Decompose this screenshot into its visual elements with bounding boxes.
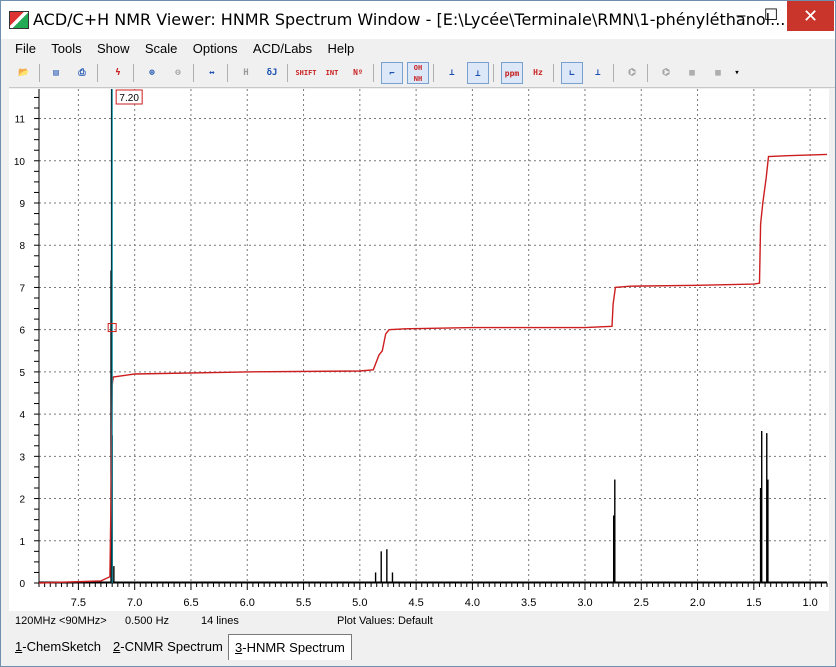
toolbar-separator <box>493 64 494 82</box>
x-tick-label: 5.5 <box>296 597 311 609</box>
status-bar: 120MHz <90MHz> 0.500 Hz 14 lines Plot Va… <box>9 613 835 631</box>
tab-label: -CNMR Spectrum <box>120 639 223 654</box>
menu-help[interactable]: Help <box>322 39 361 56</box>
y-tick-label: 4 <box>19 410 25 421</box>
toolbar-separator <box>133 64 134 82</box>
print-icon[interactable]: ⎙ <box>71 62 93 84</box>
menu-show[interactable]: Show <box>91 39 136 56</box>
close-button[interactable]: ✕ <box>787 1 834 31</box>
title-bar[interactable]: ACD/C+H NMR Viewer: HNMR Spectrum Window… <box>1 1 835 39</box>
window-title: ACD/C+H NMR Viewer: HNMR Spectrum Window… <box>33 10 791 29</box>
shift-icon[interactable]: SHIFT <box>295 62 317 84</box>
oh-nh-icon[interactable]: OH NH <box>407 62 429 84</box>
multiplet-icon[interactable]: δJ <box>261 62 283 84</box>
baseline-icon[interactable]: ⌐ <box>381 62 403 84</box>
status-lines: 14 lines <box>201 615 239 627</box>
y-tick-label: 2 <box>19 495 25 506</box>
x-tick-label: 7.5 <box>71 597 86 609</box>
nmr-viewer-window: ACD/C+H NMR Viewer: HNMR Spectrum Window… <box>0 0 836 667</box>
toolbar-overflow-icon[interactable]: ▾ <box>731 62 743 84</box>
x-tick-label: 7.0 <box>127 597 142 609</box>
lightning-icon[interactable]: ϟ <box>107 62 129 84</box>
x-tick-label: 5.0 <box>352 597 367 609</box>
toolbar-separator <box>39 64 40 82</box>
y-tick-label: 8 <box>19 241 25 252</box>
x-tick-label: 6.0 <box>240 597 255 609</box>
x-tick-label: 2.0 <box>690 597 705 609</box>
y-tick-label: 6 <box>19 326 25 337</box>
open-folder-icon[interactable]: 📂 <box>13 62 35 84</box>
y-tick-label: 3 <box>19 452 25 463</box>
y-tick-label: 10 <box>14 157 26 168</box>
status-plot-values: Plot Values: Default <box>337 615 433 627</box>
toolbar-separator <box>97 64 98 82</box>
zoom-in-icon[interactable]: ⊕ <box>141 62 163 84</box>
y-tick-label: 11 <box>15 115 26 126</box>
y-tick-label: 5 <box>19 368 25 379</box>
toolbar: 📂 ▤ ⎙ ϟ ⊕ ⊖ ↔ H δJ SHIFT INT Nº ⌐ OH NH … <box>9 59 835 88</box>
toolbar-separator <box>553 64 554 82</box>
menu-options[interactable]: Options <box>187 39 244 56</box>
status-frequency: 120MHz <90MHz> <box>15 615 107 627</box>
toolbar-separator <box>227 64 228 82</box>
maximize-button[interactable]: ☐ <box>756 1 786 31</box>
menu-file[interactable]: File <box>9 39 42 56</box>
x-tick-label: 1.5 <box>746 597 761 609</box>
y-tick-label: 1 <box>19 537 25 548</box>
toolbar-separator <box>287 64 288 82</box>
axis-alt-icon[interactable]: ⊥ <box>587 62 609 84</box>
peaks-alt-icon[interactable]: ⊥ <box>467 62 489 84</box>
x-tick-label: 3.5 <box>521 597 536 609</box>
toolbar-separator <box>193 64 194 82</box>
peaks-icon[interactable]: ⊥ <box>441 62 463 84</box>
x-tick-label: 4.0 <box>465 597 480 609</box>
toolbar-separator <box>373 64 374 82</box>
toolbar-separator <box>647 64 648 82</box>
app-icon <box>9 11 29 29</box>
toolbar-separator <box>613 64 614 82</box>
cursor-label: 7.20 <box>119 93 139 104</box>
y-tick-label: 9 <box>19 199 25 210</box>
document-tabs: 1-ChemSketch 2-CNMR Spectrum 3-HNMR Spec… <box>9 633 835 661</box>
menu-scale[interactable]: Scale <box>139 39 184 56</box>
integral-curve <box>38 153 828 584</box>
save-icon[interactable]: ▤ <box>45 62 67 84</box>
x-tick-label: 4.5 <box>408 597 423 609</box>
y-tick-label: 7 <box>19 283 25 294</box>
table-3d-icon[interactable]: ▦ <box>707 62 729 84</box>
hz-icon[interactable]: Hz <box>527 62 549 84</box>
table-icon[interactable]: ▦ <box>681 62 703 84</box>
x-tick-label: 3.0 <box>577 597 592 609</box>
nmr-spectrum-chart[interactable]: 0 1 2 3 4 5 6 7 8 9 10 11 7.5 7.0 6.5 6.0 5.5 5.0 4.5 4.0 3.… <box>9 89 829 611</box>
toolbar-separator <box>433 64 434 82</box>
menu-acdlabs[interactable]: ACD/Labs <box>247 39 318 56</box>
axis-icon[interactable]: ∟ <box>561 62 583 84</box>
x-tick-label: 1.0 <box>802 597 817 609</box>
y-tick-label: 0 <box>19 579 25 590</box>
tab-chemsketch[interactable]: 1-ChemSketch <box>9 634 107 660</box>
status-resolution: 0.500 Hz <box>125 615 170 627</box>
ppm-icon[interactable]: ppm <box>501 62 523 84</box>
expand-horizontal-icon[interactable]: ↔ <box>201 62 223 84</box>
x-tick-label: 6.5 <box>183 597 198 609</box>
minimize-button[interactable]: – <box>726 1 756 31</box>
tab-label: -ChemSketch <box>22 639 101 654</box>
molecule-icon[interactable]: ⌬ <box>621 62 643 84</box>
integral-icon[interactable]: INT <box>321 62 343 84</box>
molecule-table-icon[interactable]: ⌬ <box>655 62 677 84</box>
spectrum-plot-area[interactable]: 0 1 2 3 4 5 6 7 8 9 10 11 7.5 7.0 6.5 6.0 5.5 5.0 4.5 4.0 3.… <box>9 89 829 611</box>
x-tick-label: 2.5 <box>634 597 649 609</box>
menu-tools[interactable]: Tools <box>45 39 87 56</box>
tab-hnmr-spectrum[interactable]: 3-HNMR Spectrum <box>228 634 352 660</box>
n-hydrogens-icon[interactable]: Nº <box>347 62 369 84</box>
tab-cnmr-spectrum[interactable]: 2-CNMR Spectrum <box>107 634 229 660</box>
h-peak-icon[interactable]: H <box>235 62 257 84</box>
zoom-out-icon[interactable]: ⊖ <box>167 62 189 84</box>
tab-label: -HNMR Spectrum <box>242 640 345 655</box>
menu-bar: File Tools Show Scale Options ACD/Labs H… <box>9 39 835 59</box>
